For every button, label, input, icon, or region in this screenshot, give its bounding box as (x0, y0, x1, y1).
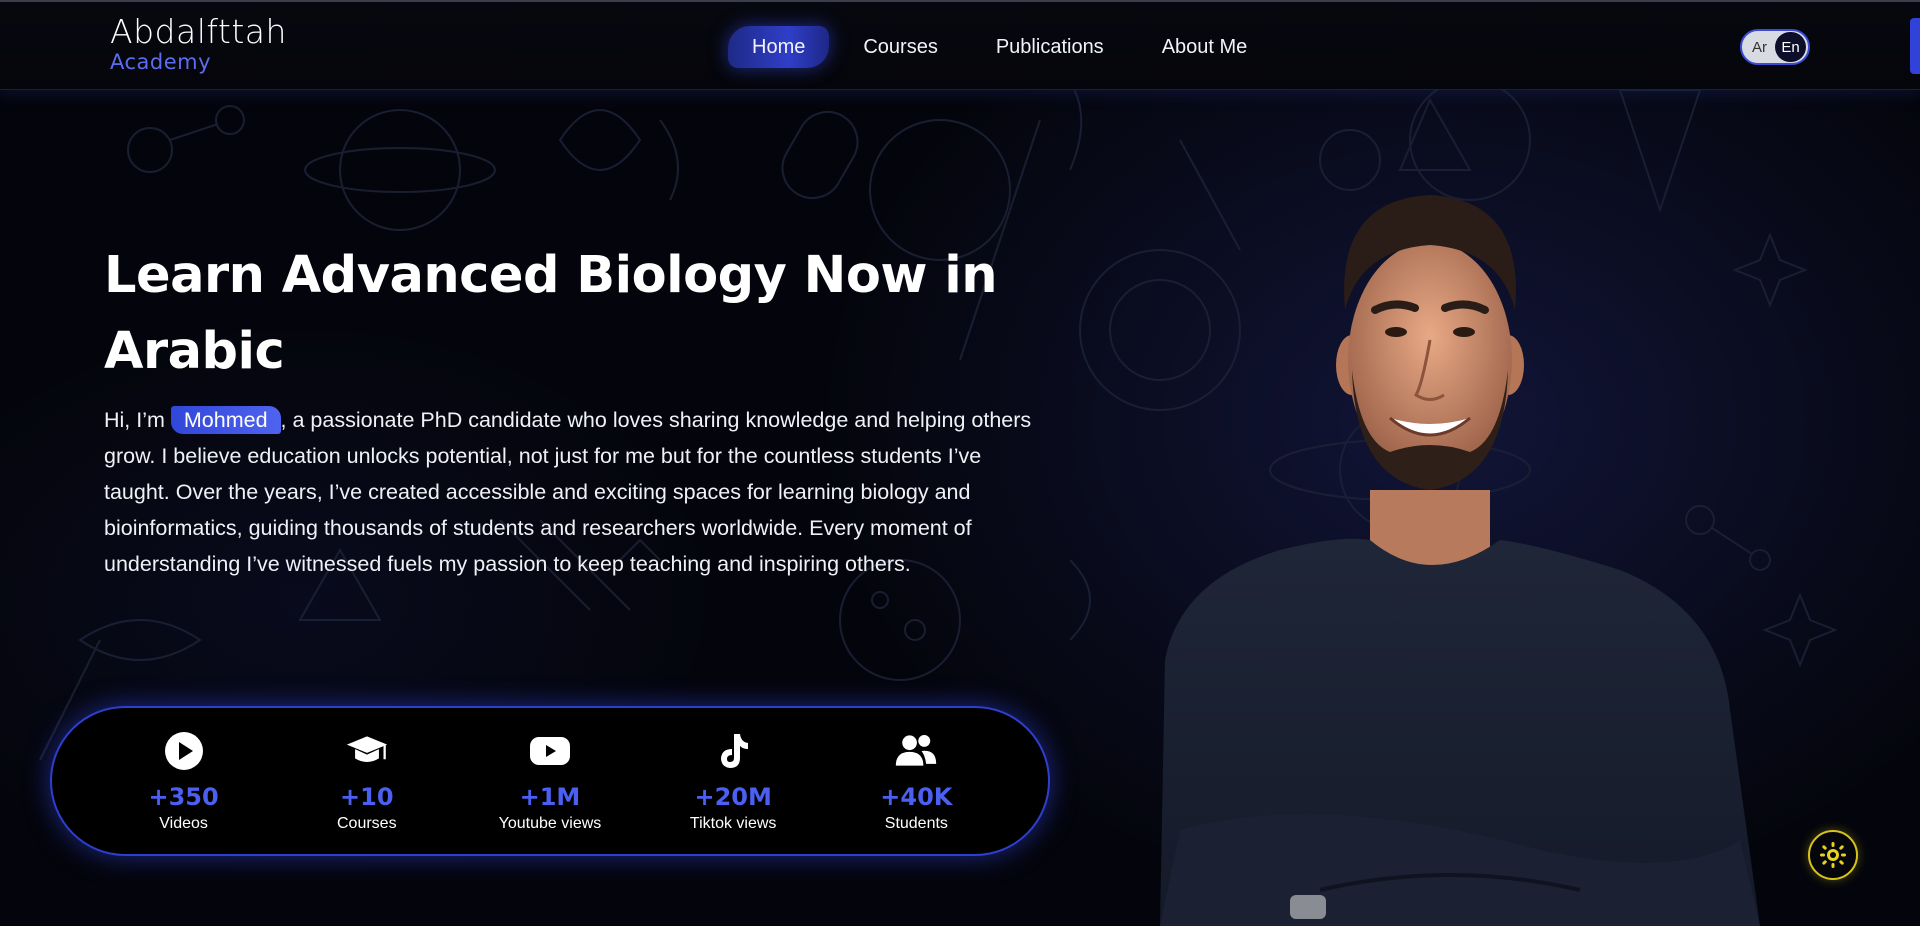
play-circle-icon (162, 729, 206, 773)
youtube-icon (528, 729, 572, 773)
stats-card: +350 Videos +10 Courses +1M Youtube view… (50, 706, 1050, 856)
highlighted-name: Mohmed (170, 406, 281, 434)
stat-value: +10 (340, 783, 394, 811)
stat-label: Videos (159, 815, 208, 832)
theme-toggle-button[interactable] (1808, 830, 1858, 880)
stat-label: Tiktok views (689, 815, 777, 832)
brand-logo[interactable]: Abdalfttah Academy (110, 12, 287, 75)
brand-tagline: Academy (110, 50, 212, 74)
stat-label: Courses (336, 815, 397, 832)
hero-title: Learn Advanced Biology Now in Arabic (104, 246, 998, 381)
stat-value: +350 (148, 783, 219, 811)
graduation-cap-icon (345, 729, 389, 773)
stat-videos: +350 Videos (104, 729, 264, 833)
nav-item-about-me[interactable]: About Me (1138, 26, 1272, 68)
nav-item-publications[interactable]: Publications (972, 26, 1128, 68)
stat-label: Students (884, 815, 948, 832)
users-icon (894, 729, 938, 773)
top-navbar: Abdalfttah Academy Home Courses Publicat… (0, 0, 1920, 90)
language-option-en[interactable]: En (1775, 32, 1806, 62)
nav-item-courses[interactable]: Courses (839, 26, 961, 68)
stat-courses: +10 Courses (287, 729, 447, 833)
brand-name: Abdalfttah (110, 12, 287, 51)
stat-youtube-views: +1M Youtube views (470, 729, 630, 833)
stat-value: +1M (519, 783, 581, 811)
instructor-portrait (1120, 190, 1780, 926)
language-toggle[interactable]: Ar En (1740, 29, 1810, 65)
hero-intro-prefix: Hi, I’m (104, 408, 171, 432)
stat-label: Youtube views (498, 815, 602, 832)
stat-students: +40K Students (836, 729, 996, 833)
nav-item-home[interactable]: Home (728, 26, 830, 68)
main-nav: Home Courses Publications About Me (728, 26, 1271, 68)
hero-intro: Hi, I’m Mohmed, a passionate PhD candida… (104, 402, 1034, 582)
tiktok-icon (711, 729, 755, 773)
language-option-ar[interactable]: Ar (1744, 32, 1775, 62)
stat-tiktok-views: +20M Tiktok views (653, 729, 813, 833)
sun-icon (1820, 842, 1846, 868)
stat-value: +40K (880, 783, 953, 811)
page-scrollbar[interactable] (1910, 18, 1920, 74)
stat-value: +20M (694, 783, 772, 811)
